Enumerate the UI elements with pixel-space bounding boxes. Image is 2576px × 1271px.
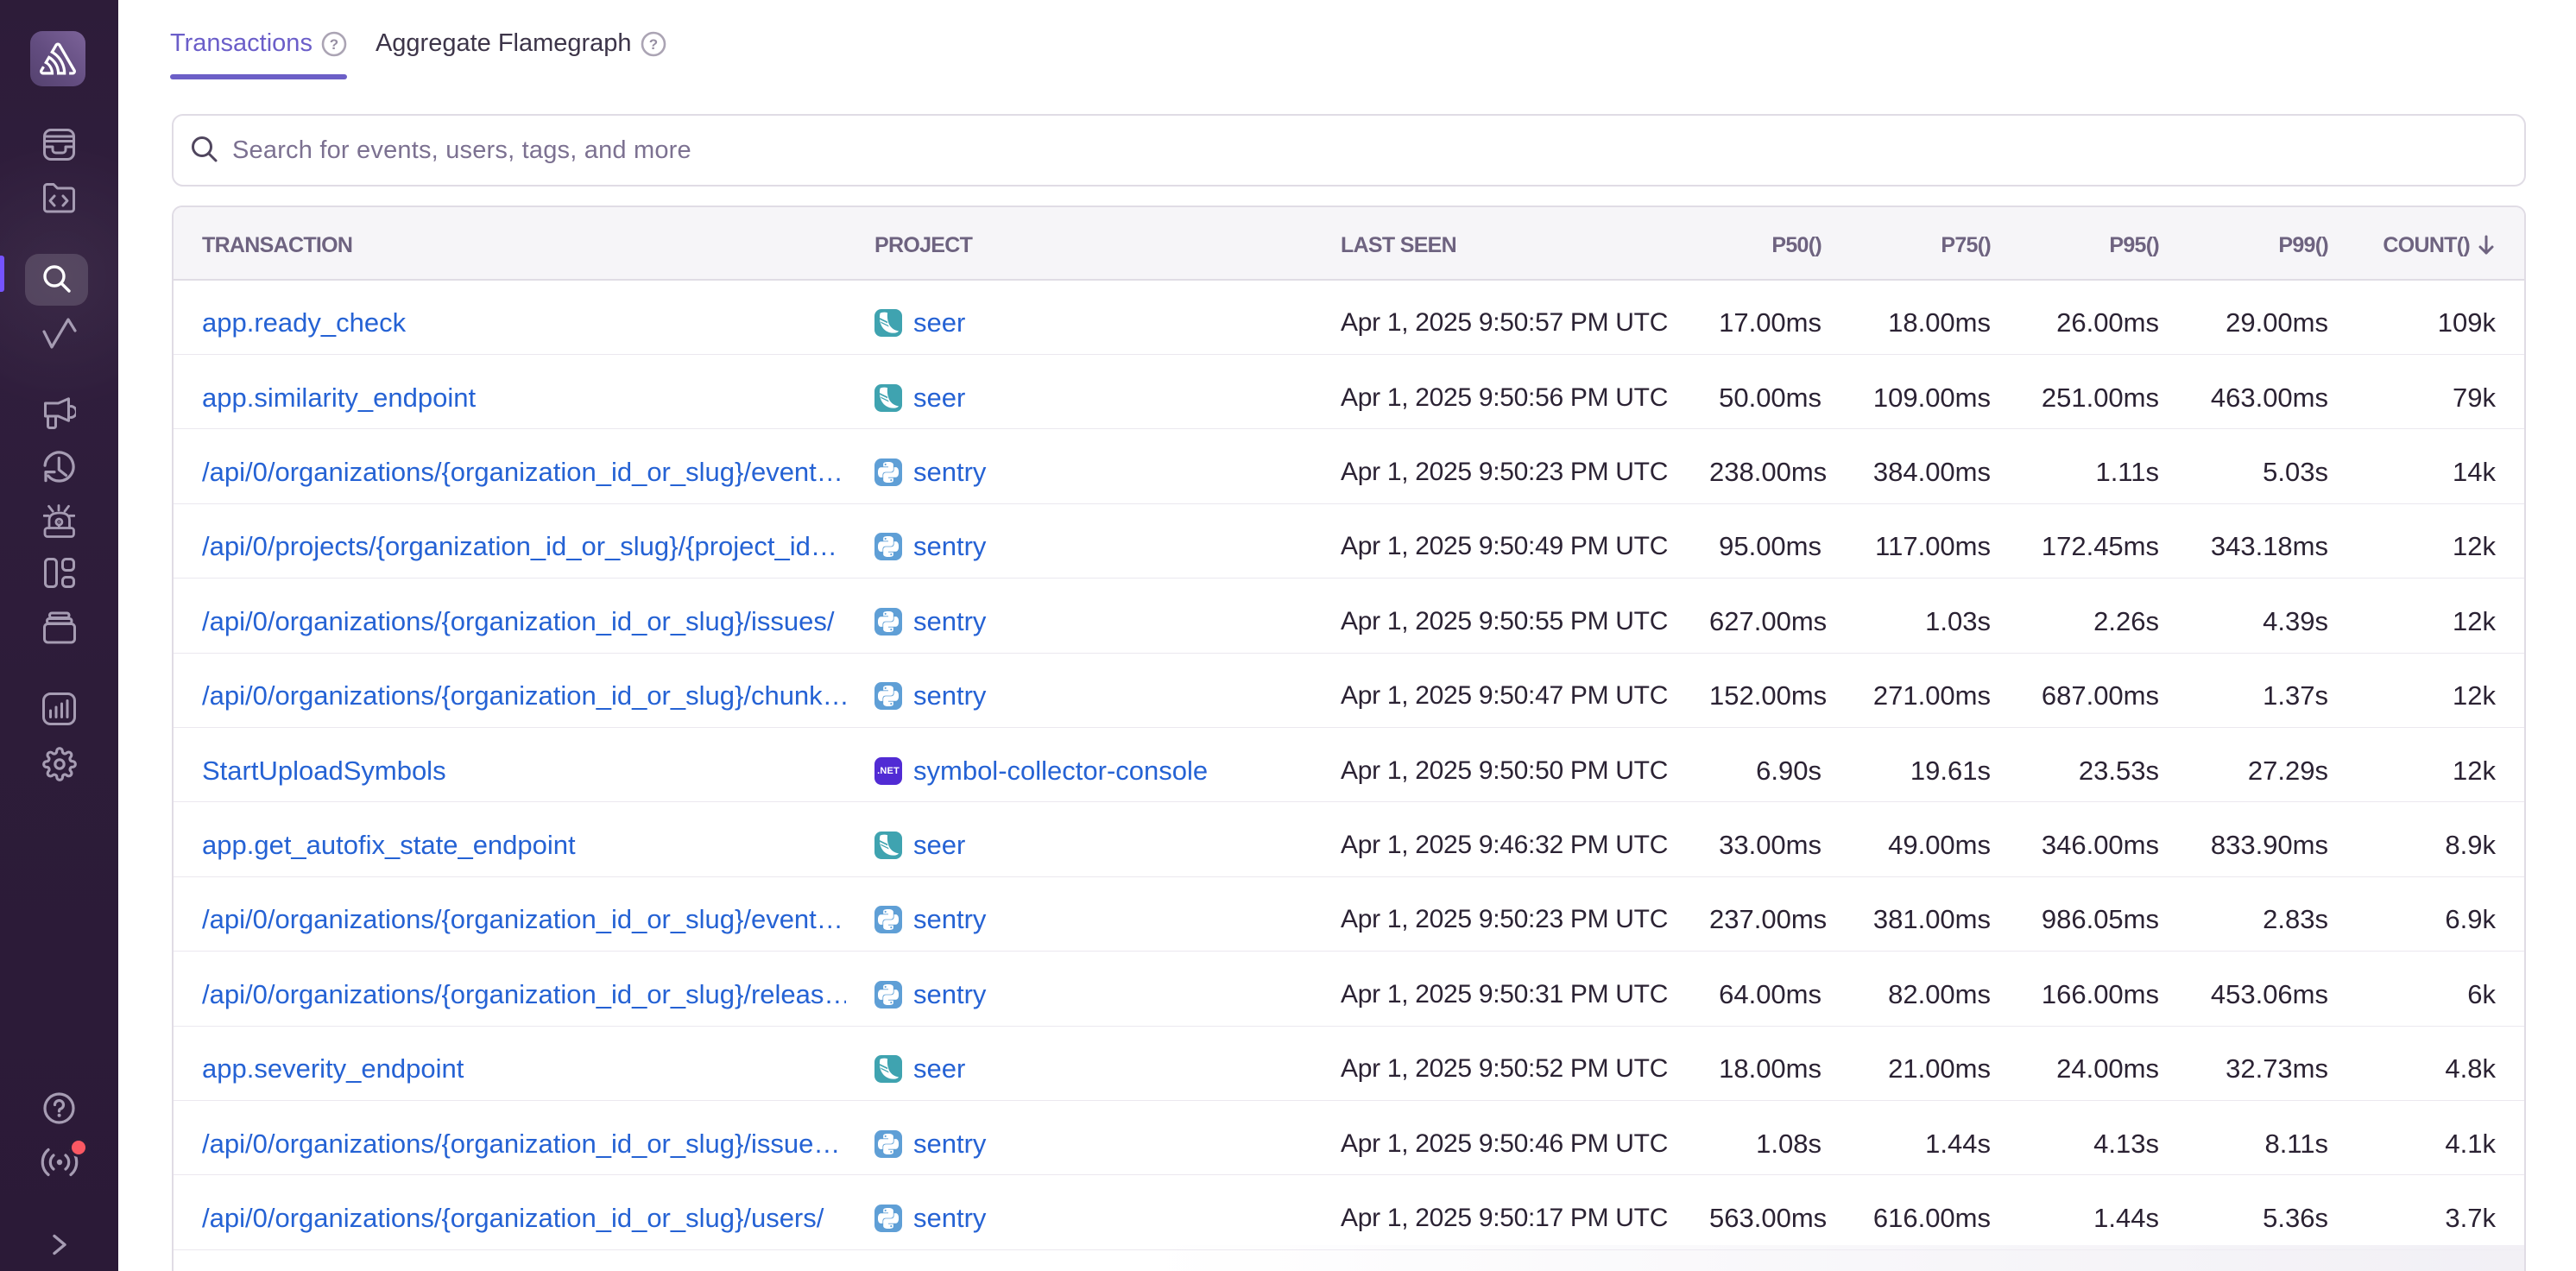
svg-text:?: ? xyxy=(648,36,657,53)
svg-text:?: ? xyxy=(330,36,338,53)
